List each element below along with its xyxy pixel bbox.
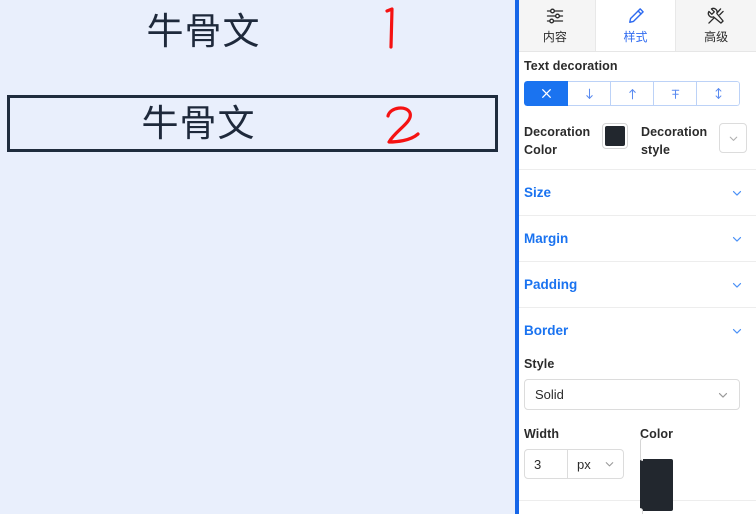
tools-icon xyxy=(706,6,726,26)
border-section-body: Style Solid Width px xyxy=(515,353,756,514)
decoration-style-select[interactable] xyxy=(719,123,747,153)
properties-panel: 内容 样式 高级 Text decoration Decoration Colo… xyxy=(515,0,756,514)
tab-content-label: 内容 xyxy=(542,30,567,44)
border-style-value: Solid xyxy=(535,387,564,402)
border-width-unit-select[interactable]: px xyxy=(568,449,624,479)
section-header-border[interactable]: Border xyxy=(515,307,756,353)
text-decoration-section: Text decoration Decoration Color Decorat… xyxy=(515,52,756,169)
app-root: 牛骨文 牛骨文 内容 样式 高级 Text decoration Decorat… xyxy=(0,0,756,514)
decoration-style-group: Decoration style xyxy=(641,123,747,159)
decoration-color-swatch[interactable] xyxy=(602,123,628,149)
border-width-color-row: Width px Color xyxy=(524,427,747,514)
arrow-up-down-icon xyxy=(715,88,721,99)
decoration-color-group: Decoration Color xyxy=(524,123,641,159)
border-color-label: Color xyxy=(640,427,674,441)
pen-icon xyxy=(626,6,646,26)
chevron-down-icon xyxy=(732,328,742,334)
panel-divider[interactable] xyxy=(515,0,519,514)
decoration-color-label: Decoration Color xyxy=(524,125,591,157)
panel-body: Text decoration Decoration Color Decorat… xyxy=(515,52,756,514)
decoration-style-label: Decoration style xyxy=(641,125,708,157)
preview-text-boxed[interactable]: 牛骨文 xyxy=(7,95,498,152)
section-title-margin: Margin xyxy=(524,231,569,246)
section-header-size[interactable]: Size xyxy=(515,169,756,215)
preview-text-plain[interactable]: 牛骨文 xyxy=(0,7,515,55)
border-width-label: Width xyxy=(524,427,560,441)
panel-bottom-divider xyxy=(515,500,756,501)
sliders-icon xyxy=(545,6,565,26)
chevron-down-icon xyxy=(732,236,742,242)
preview-text-boxed-label: 牛骨文 xyxy=(141,102,256,145)
arrow-down-icon xyxy=(585,88,593,99)
tab-style[interactable]: 样式 xyxy=(595,0,677,51)
border-style-label: Style xyxy=(524,357,555,371)
section-title-border: Border xyxy=(524,323,569,338)
tab-style-label: 样式 xyxy=(623,30,648,44)
chevron-down-icon xyxy=(729,136,737,141)
chevron-down-icon xyxy=(732,282,742,288)
border-style-select[interactable]: Solid xyxy=(524,379,740,410)
chevron-down-icon xyxy=(718,392,728,398)
decoration-line-through-button[interactable] xyxy=(654,81,697,106)
text-decoration-title: Text decoration xyxy=(524,59,618,73)
decoration-overline-button[interactable] xyxy=(611,81,654,106)
section-title-size: Size xyxy=(524,185,552,200)
section-header-margin[interactable]: Margin xyxy=(515,215,756,261)
section-header-padding[interactable]: Padding xyxy=(515,261,756,307)
decoration-none-button[interactable] xyxy=(524,81,568,106)
tab-advanced[interactable]: 高级 xyxy=(676,0,756,51)
section-title-padding: Padding xyxy=(524,277,578,292)
decoration-color-style-row: Decoration Color Decoration style xyxy=(524,123,747,159)
border-width-control: px xyxy=(524,449,640,479)
border-color-swatch[interactable] xyxy=(640,438,674,514)
border-width-group: Width px xyxy=(524,427,640,479)
decoration-underline-button[interactable] xyxy=(568,81,611,106)
arrow-up-icon xyxy=(628,88,636,99)
preview-text-plain-label: 牛骨文 xyxy=(146,9,261,53)
preview-canvas[interactable]: 牛骨文 牛骨文 xyxy=(0,0,515,514)
close-x-icon xyxy=(541,89,551,98)
chevron-down-icon xyxy=(605,462,614,467)
border-width-unit-value: px xyxy=(577,456,591,472)
text-decoration-button-group xyxy=(524,81,740,106)
panel-tabs: 内容 样式 高级 xyxy=(515,0,756,52)
tab-content[interactable]: 内容 xyxy=(515,0,596,51)
chevron-down-icon xyxy=(732,190,742,196)
tab-advanced-label: 高级 xyxy=(704,30,729,44)
decoration-both-button[interactable] xyxy=(697,81,740,106)
border-width-input[interactable] xyxy=(524,449,568,479)
border-color-group: Color xyxy=(640,427,674,514)
strikethrough-icon xyxy=(671,89,679,99)
